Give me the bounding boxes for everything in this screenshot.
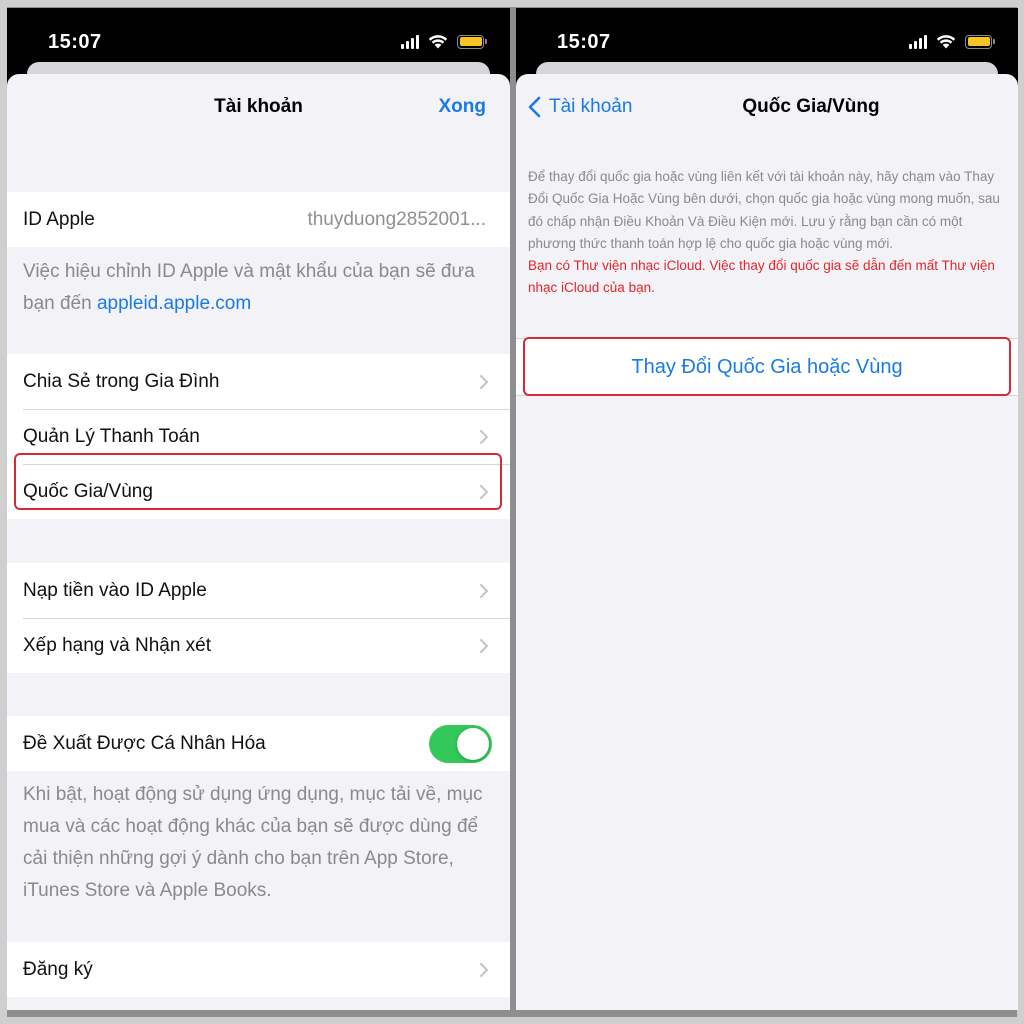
family-sharing-row[interactable]: Chia Sẻ trong Gia Đình [7, 354, 510, 409]
status-time: 15:07 [557, 31, 611, 53]
appleid-link[interactable]: appleid.apple.com [97, 293, 251, 314]
account-sheet: Tài khoản Xong ID Apple thuyduong2852001… [7, 74, 510, 1010]
account-settings-group: Chia Sẻ trong Gia Đình Quản Lý Thanh Toá… [7, 354, 510, 519]
chevron-right-icon [480, 638, 488, 653]
country-change-info: Để thay đổi quốc gia hoặc vùng liên kết … [528, 166, 1006, 300]
apple-id-label: ID Apple [23, 208, 95, 230]
battery-icon [965, 34, 995, 49]
done-button[interactable]: Xong [439, 96, 487, 118]
battery-icon [457, 34, 487, 49]
wifi-icon [936, 35, 956, 49]
personalized-recommendations-toggle[interactable] [429, 724, 492, 763]
personalized-footer: Khi bật, hoạt động sử dụng ứng dụng, mục… [23, 784, 483, 901]
cellular-signal-icon [401, 34, 419, 49]
chevron-left-icon [528, 96, 541, 118]
subscriptions-row[interactable]: Đăng ký [7, 942, 510, 997]
change-country-region-button[interactable]: Thay Đổi Quốc Gia hoặc Vùng [516, 338, 1018, 396]
apple-id-group: ID Apple thuyduong2852001... [7, 192, 510, 247]
chevron-right-icon [480, 583, 488, 598]
chevron-right-icon [480, 429, 488, 444]
country-region-label: Quốc Gia/Vùng [23, 480, 153, 502]
cellular-signal-icon [909, 34, 927, 49]
chevron-right-icon [480, 374, 488, 389]
manage-payments-row[interactable]: Quản Lý Thanh Toán [7, 409, 510, 464]
personalized-recommendations-row: Đề Xuất Được Cá Nhân Hóa [7, 716, 510, 771]
add-funds-row[interactable]: Nạp tiền vào ID Apple [7, 563, 510, 618]
nav-bar: Tài khoản Xong [7, 74, 510, 144]
country-region-row[interactable]: Quốc Gia/Vùng [7, 464, 510, 519]
info-text: Để thay đổi quốc gia hoặc vùng liên kết … [528, 169, 1000, 251]
chevron-right-icon [480, 484, 488, 499]
page-title: Quốc Gia/Vùng [742, 96, 880, 117]
apple-id-row[interactable]: ID Apple thuyduong2852001... [7, 192, 510, 247]
manage-payments-label: Quản Lý Thanh Toán [23, 425, 200, 447]
page-title: Tài khoản [214, 96, 303, 117]
chevron-right-icon [480, 962, 488, 977]
wifi-icon [428, 35, 448, 49]
nav-bar: Tài khoản Quốc Gia/Vùng [516, 74, 1018, 144]
status-icons [401, 34, 487, 49]
status-time: 15:07 [48, 31, 102, 53]
ratings-reviews-row[interactable]: Xếp hạng và Nhận xét [7, 618, 510, 673]
toggle-knob [457, 727, 489, 760]
apple-id-funds-group: Nạp tiền vào ID Apple Xếp hạng và Nhận x… [7, 563, 510, 673]
ratings-reviews-label: Xếp hạng và Nhận xét [23, 634, 212, 656]
add-funds-label: Nạp tiền vào ID Apple [23, 579, 207, 601]
family-sharing-label: Chia Sẻ trong Gia Đình [23, 370, 220, 392]
icloud-music-warning: Bạn có Thư viện nhạc iCloud. Việc thay đ… [528, 258, 995, 296]
status-icons [909, 34, 995, 49]
country-region-sheet: Tài khoản Quốc Gia/Vùng Để thay đổi quốc… [516, 74, 1018, 1010]
apple-id-footer: Việc hiệu chỉnh ID Apple và mật khẩu của… [23, 256, 490, 320]
right-phone-screen: 15:07 Tài khoản Quốc Gia/Vùng Để thay đổ… [516, 8, 1018, 1010]
personalization-group: Đề Xuất Được Cá Nhân Hóa [7, 716, 510, 771]
subscriptions-label: Đăng ký [23, 958, 93, 980]
apple-id-value: thuyduong2852001... [307, 208, 486, 230]
personalized-recommendations-label: Đề Xuất Được Cá Nhân Hóa [23, 732, 266, 754]
left-phone-screen: 15:07 Tài khoản Xong ID Apple thuyduong2… [7, 8, 510, 1010]
subscriptions-group: Đăng ký [7, 942, 510, 997]
